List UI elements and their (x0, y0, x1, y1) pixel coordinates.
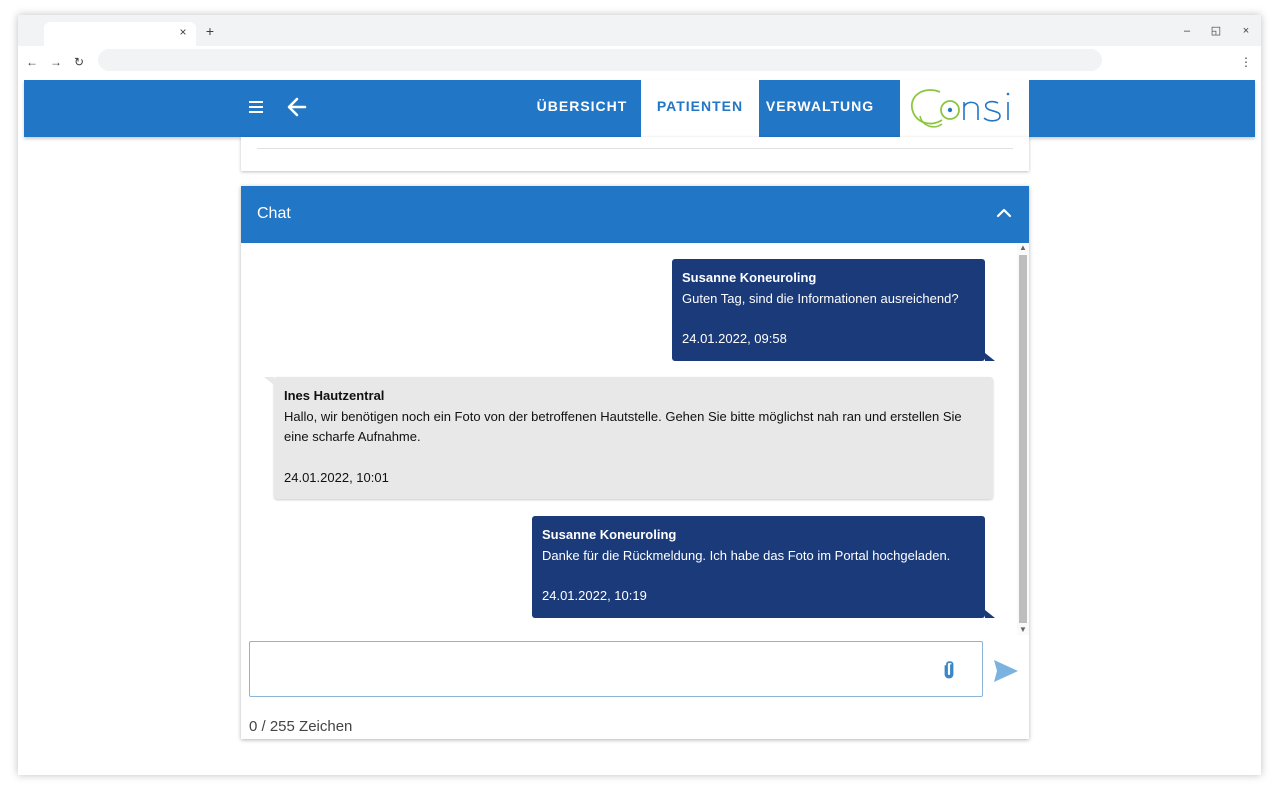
new-tab-icon[interactable]: + (202, 23, 218, 39)
back-nav-icon[interactable]: ← (24, 54, 40, 70)
window-close-icon[interactable]: × (1238, 24, 1254, 40)
message-input[interactable] (249, 641, 983, 697)
message-sender: Ines Hautzentral (284, 388, 385, 403)
bubble-tail (985, 353, 995, 361)
minimize-icon[interactable]: – (1179, 24, 1195, 40)
chat-header[interactable]: Chat (241, 186, 1029, 243)
app-header: ÜBERSICHT PATIENTEN VERWALTUNG (24, 80, 1255, 137)
tab-verwaltung[interactable]: VERWALTUNG (760, 80, 880, 137)
paperclip-icon[interactable] (942, 660, 956, 680)
consi-logo (900, 80, 1029, 137)
send-icon[interactable] (993, 659, 1019, 683)
browser-window: × + – ◱ × ← → ↻ ⋮ ÜBERSICHT PATIENTEN VE… (18, 15, 1261, 775)
chat-panel: Chat Susanne Koneuroling Guten Tag, sind… (241, 186, 1029, 739)
arrow-left-icon[interactable] (286, 95, 308, 119)
message-text: Guten Tag, sind die Informationen ausrei… (682, 290, 959, 306)
bubble-tail (985, 610, 995, 618)
message-incoming: Ines Hautzentral Hallo, wir benötigen no… (274, 377, 993, 499)
message-time: 24.01.2022, 10:19 (542, 588, 647, 603)
restore-icon[interactable]: ◱ (1208, 24, 1224, 40)
message-outgoing: Susanne Koneuroling Danke für die Rückme… (532, 516, 985, 618)
message-time: 24.01.2022, 10:01 (284, 469, 389, 485)
chat-title: Chat (257, 205, 291, 222)
logo-image (911, 89, 1010, 128)
browser-toolbar: ← → ↻ ⋮ (18, 46, 1261, 80)
message-list: Susanne Koneuroling Guten Tag, sind die … (241, 243, 1017, 635)
tab-strip: × + – ◱ × (18, 15, 1261, 46)
message-sender: Susanne Koneuroling (682, 270, 817, 285)
browser-menu-icon[interactable]: ⋮ (1239, 54, 1253, 70)
message-text: Danke für die Rückmeldung. Ich habe das … (542, 547, 951, 563)
forward-nav-icon[interactable]: → (48, 54, 64, 70)
menu-icon[interactable] (249, 98, 267, 118)
bubble-tail (264, 377, 274, 385)
browser-tab[interactable]: × (44, 22, 196, 46)
chevron-up-icon[interactable] (995, 204, 1013, 222)
scroll-up-icon[interactable]: ▲ (1017, 243, 1029, 253)
divider (257, 148, 1013, 149)
message-time: 24.01.2022, 09:58 (682, 331, 787, 346)
message-scrollbar[interactable]: ▲ ▼ (1017, 243, 1029, 635)
tab-patienten[interactable]: PATIENTEN (641, 80, 759, 137)
message-outgoing: Susanne Koneuroling Guten Tag, sind die … (672, 259, 985, 361)
reload-icon[interactable]: ↻ (71, 54, 87, 70)
tab-uebersicht[interactable]: ÜBERSICHT (524, 80, 640, 137)
scroll-thumb[interactable] (1019, 255, 1027, 623)
char-counter: 0 / 255 Zeichen (249, 718, 353, 735)
tab-close-icon[interactable]: × (176, 25, 190, 39)
address-bar[interactable] (98, 49, 1102, 71)
message-text: Hallo, wir benötigen noch ein Foto von d… (284, 408, 962, 445)
previous-section-card (241, 137, 1029, 171)
scroll-down-icon[interactable]: ▼ (1017, 625, 1029, 635)
message-sender: Susanne Koneuroling (542, 527, 677, 542)
